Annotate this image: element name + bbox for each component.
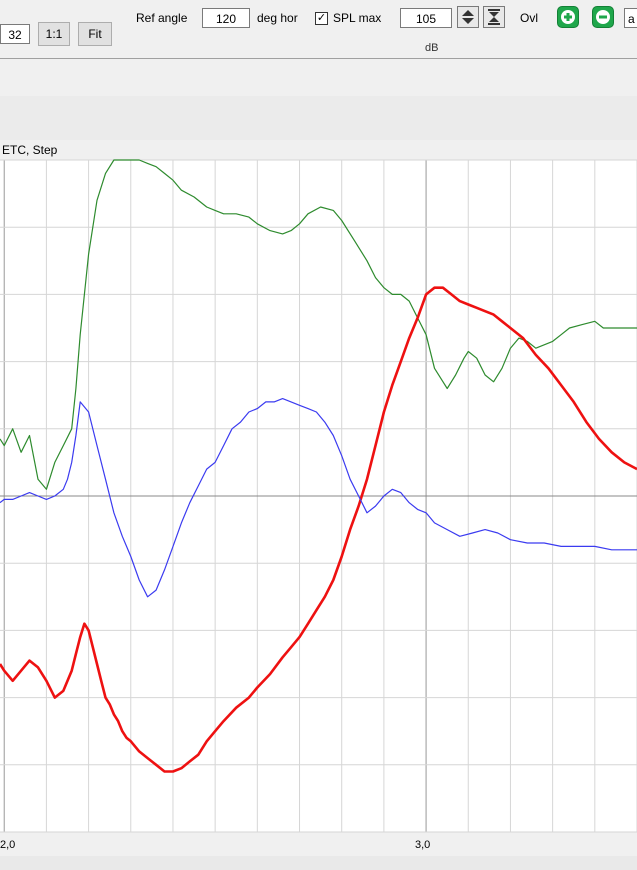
one-to-one-button[interactable]: 1:1: [38, 22, 70, 46]
up-down-arrows-icon[interactable]: [457, 6, 479, 28]
plot-area[interactable]: [0, 160, 637, 832]
toolbar: 32 1:1 Fit Ref angle 120 deg hor ✓ SPL m…: [0, 0, 637, 58]
bottom-strip: [0, 856, 637, 870]
spl-max-checkbox[interactable]: ✓: [315, 12, 328, 25]
ref-angle-field[interactable]: 120: [202, 8, 250, 28]
x-tick-label-3-0: 3,0: [415, 839, 431, 851]
ref-angle-label: Ref angle: [136, 11, 188, 25]
plot-title: ETC, Step: [2, 143, 58, 157]
ovl-label: Ovl: [520, 11, 538, 25]
partial-axis-label: dB: [425, 42, 439, 52]
spl-max-field[interactable]: 105: [400, 8, 452, 28]
toolbar-divider: [0, 58, 637, 59]
info-band: [0, 96, 637, 140]
fit-button[interactable]: Fit: [78, 22, 112, 46]
zoom-field[interactable]: 32: [0, 24, 30, 44]
x-tick-label-2-0: 2,0: [0, 839, 16, 851]
spl-max-label: SPL max: [333, 11, 382, 25]
deg-hor-label: deg hor: [257, 11, 298, 25]
plus-circle-icon[interactable]: [557, 6, 579, 28]
expand-range-icon[interactable]: [483, 6, 505, 28]
minus-circle-icon[interactable]: [592, 6, 614, 28]
truncated-field[interactable]: a: [624, 8, 637, 28]
